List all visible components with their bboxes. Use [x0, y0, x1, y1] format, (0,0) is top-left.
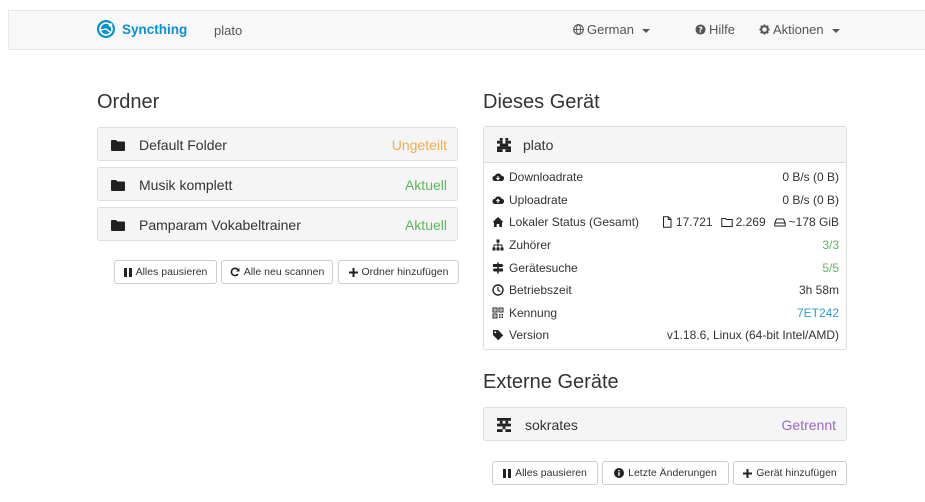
remote-device-panel[interactable]: sokrates Getrennt — [483, 407, 847, 441]
cloud-download-icon — [492, 173, 504, 182]
pause-all-devices-label: Alles pausieren — [515, 467, 587, 479]
device-identicon-icon — [497, 418, 511, 432]
listeners-row: Zuhörer 3/3 — [492, 234, 839, 257]
tag-icon — [493, 330, 504, 341]
folder-icon — [111, 140, 125, 151]
plus-icon — [743, 468, 753, 478]
upload-rate-row: Uploadrate 0 B/s (0 B) — [492, 189, 839, 212]
pause-icon — [123, 267, 132, 277]
add-folder-label: Ordner hinzufügen — [361, 266, 449, 278]
refresh-icon — [230, 267, 240, 277]
sitemap-icon — [492, 239, 504, 251]
local-dirs-count: 2.269 — [735, 215, 766, 230]
rescan-all-button[interactable]: Alle neu scannen — [221, 260, 333, 284]
download-rate-value: 0 B/s (0 B) — [782, 170, 839, 185]
home-icon — [492, 217, 504, 228]
device-identicon-icon — [497, 137, 511, 152]
remote-device-name: sokrates — [525, 417, 578, 433]
qrcode-icon — [492, 307, 504, 319]
folder-panel[interactable]: Musik komplett Aktuell — [97, 167, 458, 201]
version-row: Version v1.18.6, Linux (64-bit Intel/AMD… — [492, 324, 839, 347]
local-size: ~178 GiB — [788, 215, 839, 230]
local-state-values: 17.721 2.269 ~178 GiB — [661, 215, 839, 229]
actions-label: Aktionen — [773, 22, 824, 37]
listeners-label: Zuhörer — [509, 238, 552, 253]
local-state-row: Lokaler Status (Gesamt) 17.721 2.269 ~17… — [492, 211, 839, 234]
device-id-link[interactable]: 7ET242 — [797, 306, 839, 320]
this-device-name: plato — [523, 136, 554, 153]
recent-changes-label: Letzte Änderungen — [628, 467, 717, 479]
upload-rate-label: Uploadrate — [509, 192, 568, 207]
uptime-value: 3h 58m — [798, 283, 839, 298]
device-id-row: Kennung 7ET242 — [492, 302, 839, 325]
info-circle-icon — [614, 468, 625, 478]
add-folder-button[interactable]: Ordner hinzufügen — [338, 260, 459, 284]
chevron-down-icon — [641, 28, 650, 33]
uptime-label: Betriebszeit — [509, 283, 572, 298]
download-rate-label: Downloadrate — [509, 170, 584, 185]
folder-status: Ungeteilt — [391, 137, 447, 153]
folder-name: Default Folder — [139, 137, 227, 153]
remote-device-status: Getrennt — [781, 417, 836, 433]
recent-changes-button[interactable]: Letzte Änderungen — [602, 461, 729, 485]
brand-name: Syncthing — [122, 21, 188, 37]
folder-open-icon — [720, 218, 733, 228]
pause-all-label: Alles pausieren — [135, 266, 208, 278]
clock-icon — [492, 284, 504, 296]
folder-icon — [111, 220, 125, 231]
local-state-label: Lokaler Status (Gesamt) — [509, 215, 640, 230]
folder-status: Aktuell — [404, 217, 447, 233]
navbar-device-name: plato — [214, 23, 243, 38]
signpost-icon — [492, 262, 504, 274]
navbar: Syncthing plato German ? Hilfe Aktionen — [8, 10, 925, 50]
folder-panel[interactable]: Pamparam Vokabeltrainer Aktuell — [97, 207, 458, 241]
upload-rate-value: 0 B/s (0 B) — [782, 192, 839, 207]
this-device-header[interactable]: plato — [484, 127, 846, 163]
remote-devices-title: Externe Geräte — [483, 371, 619, 393]
question-circle-icon: ? — [695, 24, 706, 35]
chevron-down-icon — [831, 28, 840, 33]
hdd-icon — [773, 218, 786, 227]
help-label: Hilfe — [709, 22, 736, 37]
local-files-count: 17.721 — [675, 215, 713, 230]
discovery-value[interactable]: 5/5 — [822, 261, 839, 275]
plus-icon — [348, 267, 358, 277]
svg-text:?: ? — [698, 25, 703, 34]
pause-all-devices-button[interactable]: Alles pausieren — [492, 461, 598, 485]
brand[interactable]: Syncthing — [96, 19, 187, 39]
folder-icon — [111, 180, 125, 191]
version-label: Version — [509, 328, 550, 343]
discovery-label: Gerätesuche — [509, 260, 578, 275]
discovery-row: Gerätesuche 5/5 — [492, 256, 839, 279]
actions-menu[interactable]: Aktionen — [759, 22, 840, 37]
cloud-upload-icon — [492, 196, 504, 204]
folders-title: Ordner — [97, 91, 160, 113]
file-icon — [662, 216, 672, 229]
syncthing-logo-icon — [97, 20, 115, 38]
folder-name: Pamparam Vokabeltrainer — [139, 217, 301, 233]
help-link[interactable]: ? Hilfe — [695, 22, 735, 37]
listeners-value[interactable]: 3/3 — [822, 238, 839, 252]
folder-name: Musik komplett — [139, 177, 233, 193]
uptime-row: Betriebszeit 3h 58m — [492, 279, 839, 302]
this-device-panel: plato Downloadrate 0 B/s (0 B) Uploadrat… — [483, 126, 847, 350]
this-device-title: Dieses Gerät — [483, 91, 600, 113]
device-id-label: Kennung — [509, 305, 558, 320]
language-label: German — [587, 22, 634, 37]
folder-status: Aktuell — [404, 177, 447, 193]
folder-panel[interactable]: Default Folder Ungeteilt — [97, 127, 458, 161]
add-device-button[interactable]: Gerät hinzufügen — [733, 461, 847, 485]
globe-icon — [573, 24, 584, 35]
download-rate-row: Downloadrate 0 B/s (0 B) — [492, 166, 839, 189]
rescan-all-label: Alle neu scannen — [243, 266, 325, 278]
pause-icon — [503, 468, 512, 478]
version-value: v1.18.6, Linux (64-bit Intel/AMD) — [666, 328, 839, 343]
add-device-label: Gerät hinzufügen — [756, 467, 837, 479]
gear-icon — [759, 24, 770, 35]
pause-all-folders-button[interactable]: Alles pausieren — [114, 260, 217, 284]
language-menu[interactable]: German — [573, 22, 650, 37]
